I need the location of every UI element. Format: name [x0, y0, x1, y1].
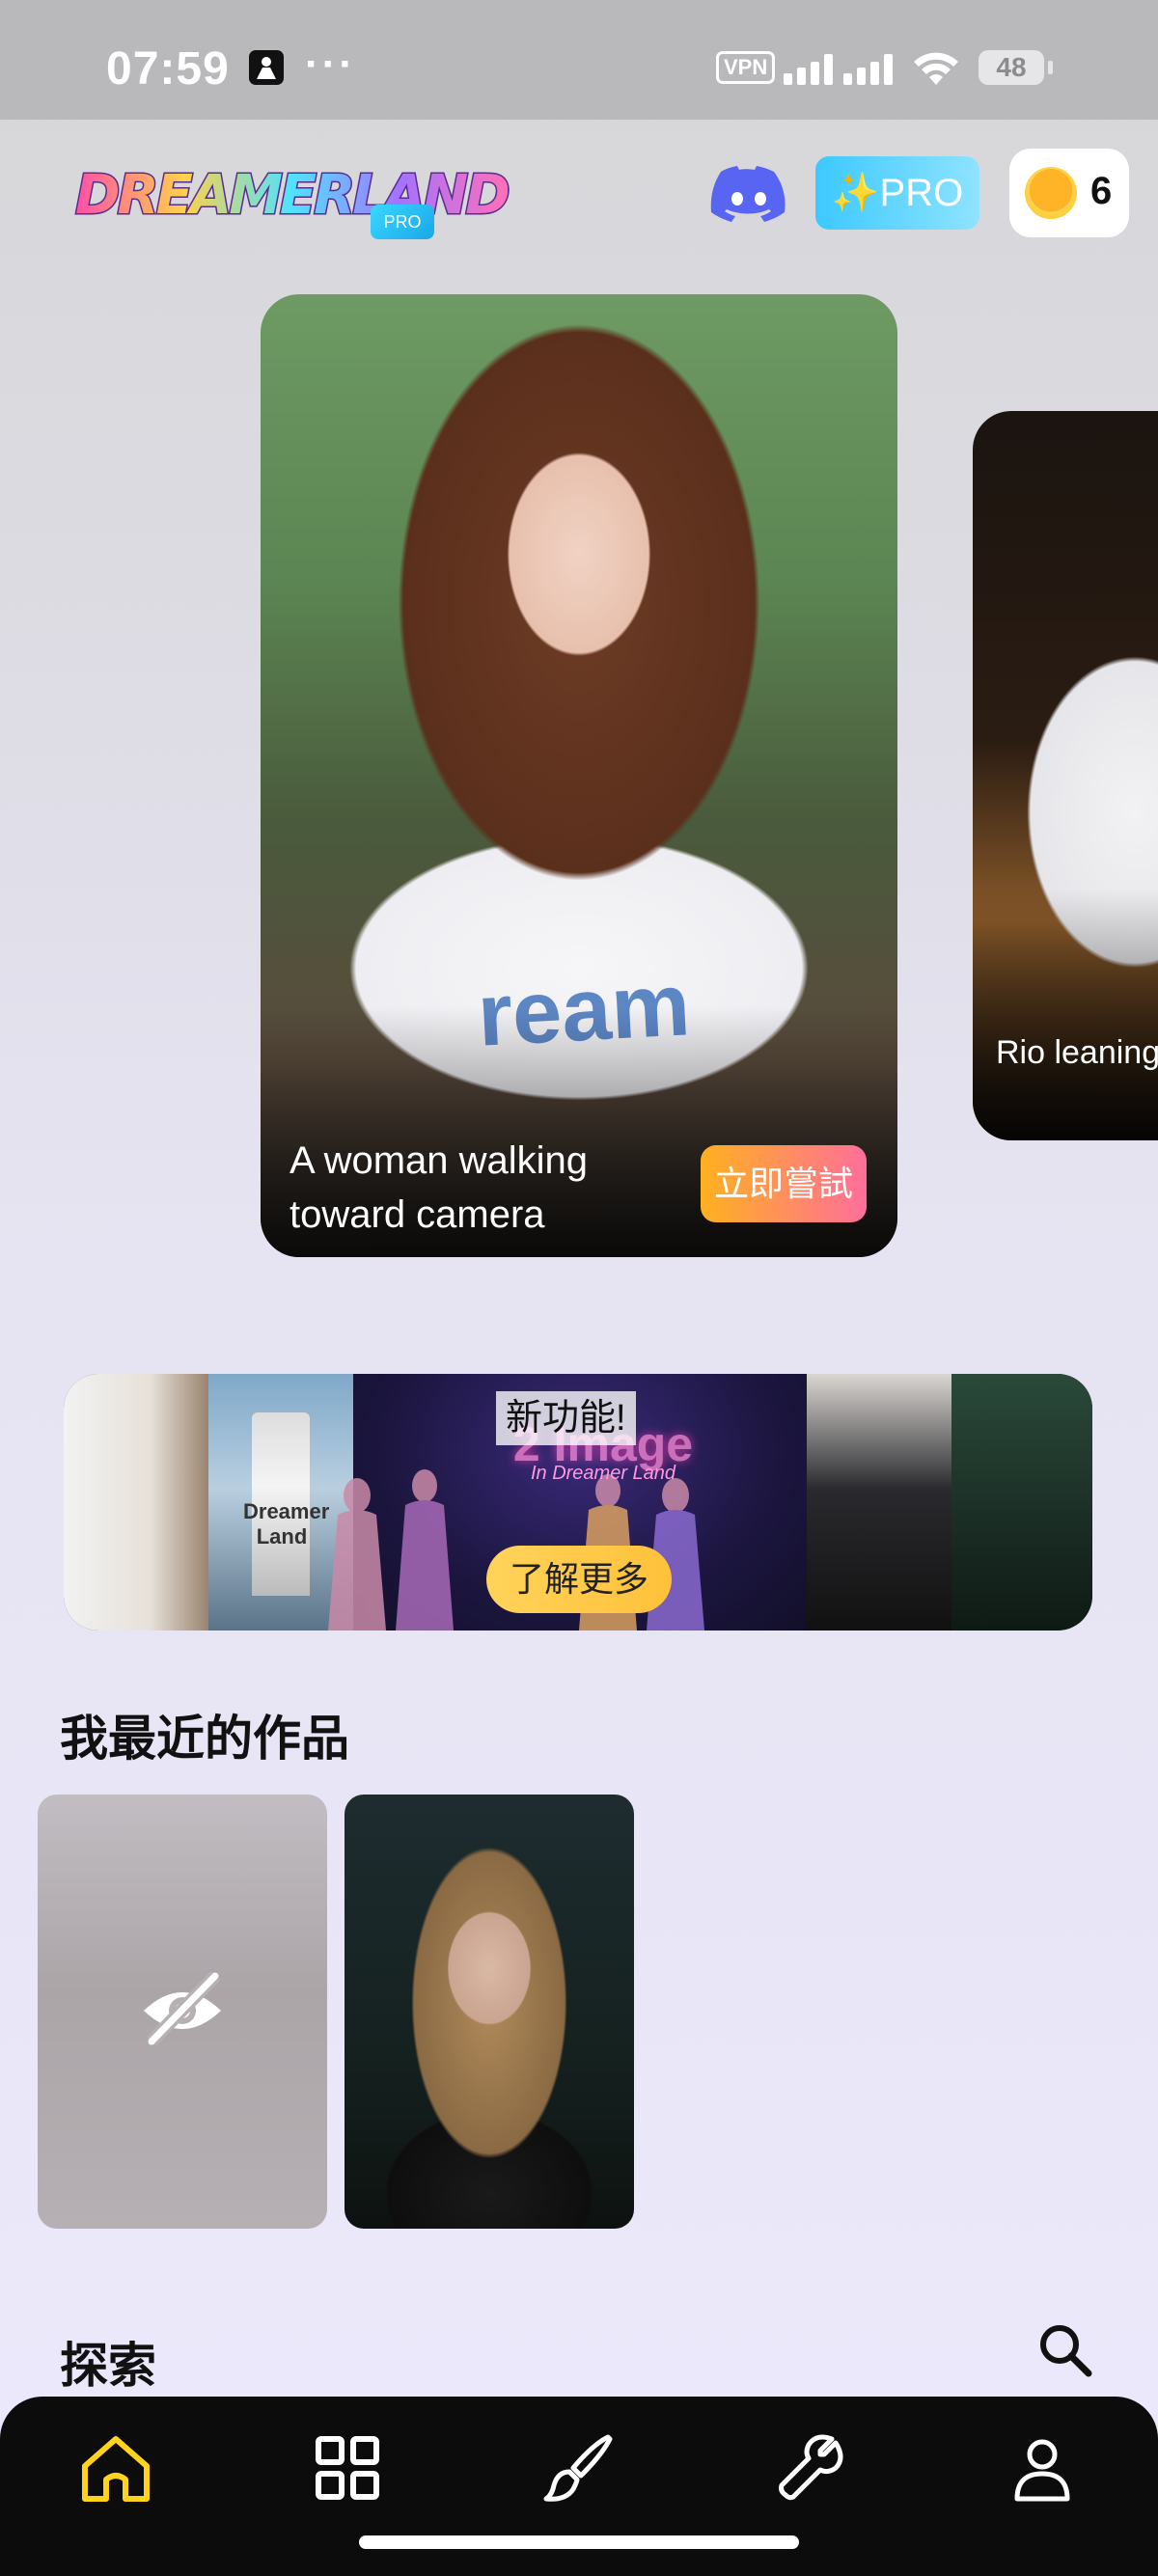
wifi-icon [914, 52, 958, 85]
battery-tip [1048, 61, 1053, 74]
recent-works-title: 我最近的作品 [60, 1712, 349, 1766]
coin-count: 6 [1090, 170, 1113, 212]
more-status-icon: ··· [305, 41, 356, 88]
pro-upgrade-button[interactable]: ✨PRO [815, 156, 979, 230]
coin-icon [1025, 167, 1077, 219]
grid-icon[interactable] [309, 2429, 386, 2507]
brush-icon[interactable] [540, 2429, 618, 2507]
banner-thumb-forest [951, 1374, 1092, 1631]
vpn-badge: VPN [716, 51, 776, 84]
home-indicator [359, 2535, 799, 2549]
explore-title: 探索 [60, 2339, 156, 2393]
recent-work-portrait[interactable] [345, 1795, 634, 2229]
card-shade [973, 890, 1158, 1140]
featured-card-main[interactable]: ream A woman walking toward camera 立即嘗試 [261, 294, 897, 1257]
status-bar: 07:59 ··· VPN 48 [0, 0, 1158, 120]
lighthouse-text: Dreamer Land [243, 1499, 330, 1548]
wrench-icon[interactable] [772, 2429, 849, 2507]
learn-more-button[interactable]: 了解更多 [486, 1546, 672, 1613]
home-icon[interactable] [77, 2429, 154, 2507]
app-logo: DREAMERLAND [75, 162, 510, 230]
status-time: 07:59 [106, 43, 230, 95]
card-caption: A woman walking toward camera [290, 1139, 589, 1236]
banner-thumb-sketch [64, 1374, 208, 1631]
discord-icon[interactable] [710, 164, 787, 226]
recent-work-hidden[interactable] [38, 1795, 327, 2229]
battery-indicator: 48 [979, 50, 1044, 85]
card-caption: Rio leaning forward [996, 1034, 1158, 1071]
signal-icon [784, 54, 893, 85]
coin-balance-button[interactable]: 6 [1009, 149, 1129, 237]
search-icon[interactable] [1034, 2319, 1096, 2381]
profile-icon[interactable] [1004, 2429, 1081, 2507]
new-feature-label: 新功能! [496, 1391, 636, 1445]
notification-icon [249, 50, 284, 85]
try-now-button[interactable]: 立即嘗試 [701, 1145, 867, 1222]
eye-off-icon [144, 1971, 221, 2045]
logo-pro-badge: PRO [371, 205, 434, 239]
banner-thumb-selfie [807, 1374, 951, 1631]
banner-neon-subtitle: In Dreamer Land [530, 1463, 676, 1484]
featured-card-next[interactable]: Rio leaning forward [973, 411, 1158, 1140]
